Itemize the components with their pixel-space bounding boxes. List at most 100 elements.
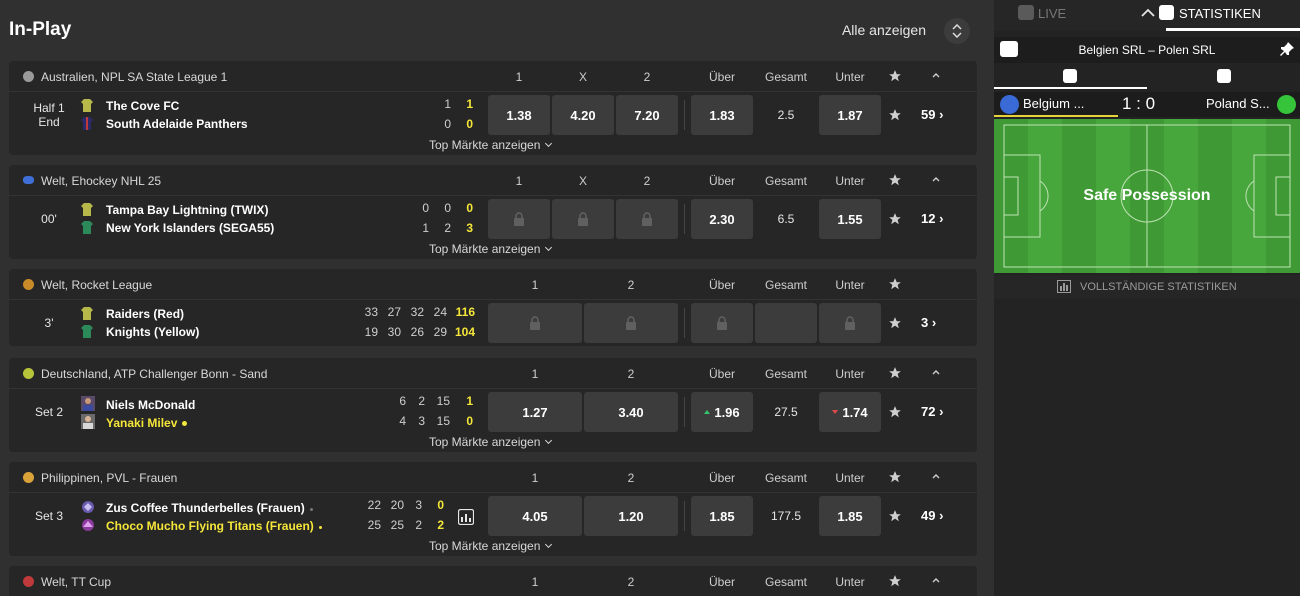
col-under: Unter	[835, 70, 865, 84]
live-tracker-icon[interactable]	[1063, 69, 1077, 83]
more-markets-link[interactable]: 59 ›	[921, 107, 943, 122]
odds-button[interactable]: 1.27	[488, 392, 582, 432]
score-cell: 22	[367, 498, 381, 512]
col-2: 2	[627, 471, 635, 485]
more-markets-link[interactable]: 72 ›	[921, 404, 943, 419]
top-markets-link[interactable]: Top Märkte anzeigen	[429, 138, 553, 152]
star-icon[interactable]	[888, 173, 902, 187]
away-team: Choco Mucho Flying Titans (Frauen)	[81, 518, 322, 533]
odds-button[interactable]: 1.87	[819, 95, 881, 135]
away-team-name: Knights (Yellow)	[106, 325, 200, 339]
score-total: 0	[466, 201, 473, 215]
event-row[interactable]: 00' Tampa Bay Lightning (TWIX) New York …	[9, 196, 977, 242]
team-logo	[81, 500, 94, 513]
col-1: 1	[515, 174, 523, 188]
league-name: Welt, Ehockey NHL 25	[41, 174, 162, 188]
chevron-up-icon[interactable]	[931, 576, 941, 584]
top-markets-link[interactable]: Top Märkte anzeigen	[429, 435, 553, 449]
event-row[interactable]: Set 2 Niels McDonald Yanaki Milev 6 2 15…	[9, 389, 977, 435]
chevron-up-icon[interactable]	[931, 71, 941, 79]
col-over: Über	[708, 174, 735, 188]
tab-live[interactable]: LIVE	[1018, 5, 1066, 21]
star-icon[interactable]	[888, 212, 902, 226]
star-icon[interactable]	[888, 366, 902, 380]
score-cell: 2	[418, 394, 425, 408]
more-count: 72	[921, 404, 936, 419]
player-avatar	[81, 396, 95, 411]
odds-button[interactable]: 1.85	[691, 496, 753, 536]
volleyball-icon	[23, 472, 34, 483]
star-icon[interactable]	[888, 470, 902, 484]
chevron-up-icon	[952, 24, 962, 30]
col-total: Gesamt	[764, 575, 807, 589]
chevron-up-icon[interactable]	[931, 472, 941, 480]
pin-icon[interactable]	[1279, 41, 1295, 57]
star-icon[interactable]	[888, 405, 902, 419]
odds-button[interactable]: 7.20	[616, 95, 678, 135]
league-header[interactable]: Welt, Rocket League 1 2 Über Gesamt Unte…	[9, 269, 977, 300]
chevron-up-icon[interactable]	[1141, 8, 1155, 17]
stats-icon[interactable]	[458, 509, 474, 525]
league-header[interactable]: Philippinen, PVL - Frauen 1 2 Über Gesam…	[9, 462, 977, 493]
odds-button[interactable]: 1.96	[691, 392, 753, 432]
stats-chart-icon[interactable]	[1217, 69, 1231, 83]
more-markets-link[interactable]: 49 ›	[921, 508, 943, 523]
odds-button[interactable]: 4.05	[488, 496, 582, 536]
star-icon[interactable]	[888, 509, 902, 523]
event-row[interactable]: Set 3 Zus Coffee Thunderbelles (Frauen) …	[9, 493, 977, 539]
event-row[interactable]: Half 1 End The Cove FC South Adelaide Pan…	[9, 92, 977, 138]
odds-button[interactable]: 1.55	[819, 199, 881, 239]
odds-button[interactable]: 1.20	[584, 496, 678, 536]
league-name: Australien, NPL SA State League 1	[41, 70, 228, 84]
chevron-up-icon[interactable]	[931, 368, 941, 376]
col-2: 2	[627, 575, 635, 589]
top-markets-link[interactable]: Top Märkte anzeigen	[429, 242, 553, 256]
more-markets-link[interactable]: 12 ›	[921, 211, 943, 226]
full-statistics-link[interactable]: VOLLSTÄNDIGE STATISTIKEN	[994, 275, 1300, 299]
table-tennis-icon	[23, 576, 34, 587]
odds-button[interactable]: 1.74	[819, 392, 881, 432]
league-header[interactable]: Australien, NPL SA State League 1 1 X 2 …	[9, 61, 977, 92]
odds-button[interactable]: 4.20	[552, 95, 614, 135]
match-selector[interactable]: Belgien SRL – Polen SRL	[994, 37, 1300, 63]
home-team-name: Raiders (Red)	[106, 307, 185, 321]
scoreboard: Belgium ... 1 : 0 Poland S...	[994, 92, 1300, 117]
show-all-link[interactable]: Alle anzeigen	[842, 22, 926, 38]
star-icon[interactable]	[888, 316, 902, 330]
league-header[interactable]: Deutschland, ATP Challenger Bonn - Sand …	[9, 358, 977, 389]
odds-button[interactable]: 2.30	[691, 199, 753, 239]
chevron-up-icon[interactable]	[931, 175, 941, 183]
top-markets-link[interactable]: Top Märkte anzeigen	[429, 539, 553, 553]
star-icon[interactable]	[888, 574, 902, 588]
star-icon[interactable]	[888, 69, 902, 83]
star-icon[interactable]	[888, 108, 902, 122]
odds-button[interactable]: 1.83	[691, 95, 753, 135]
star-icon[interactable]	[888, 277, 902, 291]
away-team-name: South Adelaide Panthers	[106, 117, 248, 131]
team-logo	[81, 518, 94, 531]
score-cell: 30	[387, 325, 401, 339]
away-team: Yanaki Milev	[81, 414, 188, 430]
league-header[interactable]: Welt, Ehockey NHL 25 1 X 2 Über Gesamt U…	[9, 165, 977, 196]
more-markets-link[interactable]: 3 ›	[921, 315, 936, 330]
collapse-all-button[interactable]	[944, 18, 970, 44]
odds-button[interactable]: 1.85	[819, 496, 881, 536]
score-cell: 26	[410, 325, 424, 339]
league-header[interactable]: Welt, TT Cup 1 2 Über Gesamt Unter	[9, 566, 977, 596]
score-cell: 15	[436, 394, 450, 408]
lock-icon	[642, 212, 652, 226]
match-time: 3'	[44, 316, 54, 330]
divider	[684, 100, 685, 130]
tab-statistics[interactable]: STATISTIKEN	[1159, 5, 1261, 21]
col-2: 2	[627, 367, 635, 381]
score-total: 0	[466, 414, 473, 428]
col-2: 2	[643, 70, 651, 84]
jersey-icon	[81, 221, 93, 234]
serving-indicator	[309, 508, 313, 511]
jersey-icon	[81, 203, 93, 216]
event-row[interactable]: 3' Raiders (Red) Knights (Yellow) 33 27 …	[9, 300, 977, 346]
score-cell: 1	[444, 97, 451, 111]
odds-button[interactable]: 3.40	[584, 392, 678, 432]
col-total: Gesamt	[764, 471, 807, 485]
odds-button[interactable]: 1.38	[488, 95, 550, 135]
